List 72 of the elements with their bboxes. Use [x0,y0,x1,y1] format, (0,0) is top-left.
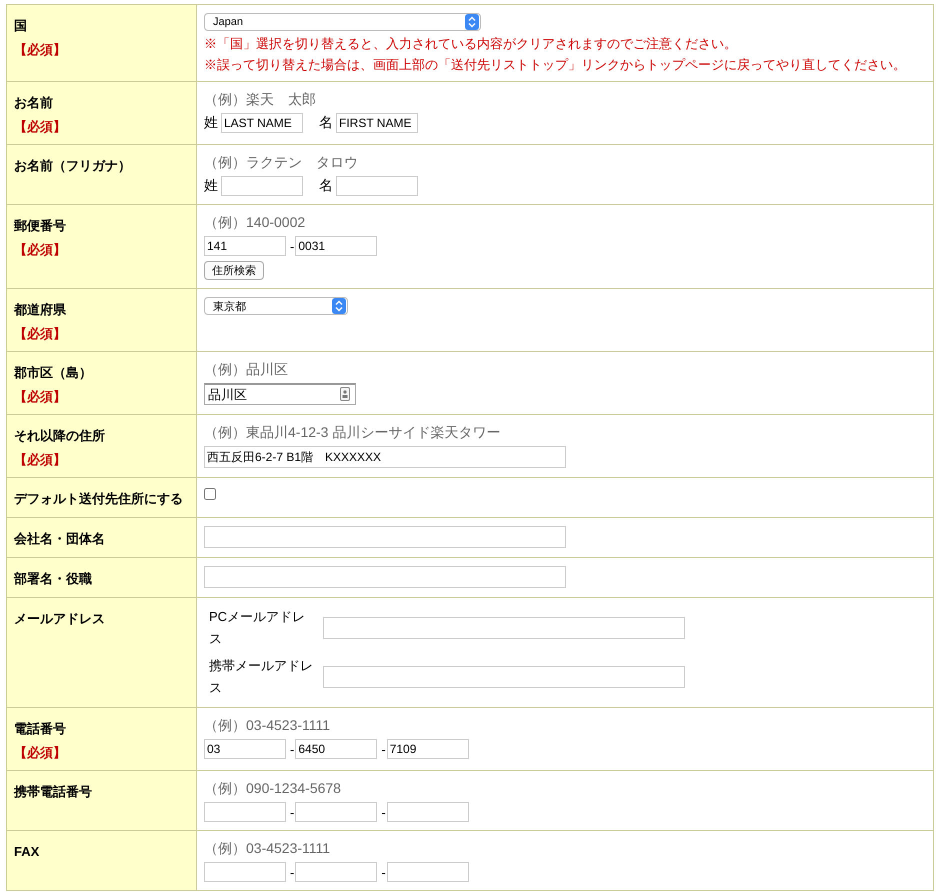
field-label: 部署名・役職 [14,570,92,588]
input-field[interactable]: 141 [204,236,286,256]
example-text: （例）ラクテン タロウ [204,153,358,171]
input-field[interactable] [221,176,303,196]
input-field[interactable]: FIRST NAME [336,113,418,133]
separator: - [290,742,294,756]
name-part-label: 名 [319,177,333,195]
contact-card-icon [340,387,350,401]
separator: - [381,864,386,880]
input-field[interactable]: LAST NAME [221,113,303,133]
dropdown-select[interactable]: 東京都 [204,297,348,315]
separator: - [290,238,294,254]
input-field[interactable] [295,802,378,822]
email-label: 携帯メールアドレス [209,657,314,697]
email-label: PCメールアドレス [209,608,306,648]
required-label: 【必須】 [14,41,66,59]
input-field[interactable] [323,617,685,639]
name-part-label: 名 [319,114,333,132]
address-search-button[interactable]: 住所検索 [204,261,264,280]
input-field[interactable]: 6450 [295,739,378,759]
required-label: 【必須】 [14,388,66,406]
field-label: デフォルト送付先住所にする [14,490,183,508]
input-field[interactable] [204,566,566,588]
chevron-icon [332,298,346,314]
input-field[interactable] [204,862,286,882]
dropdown-select[interactable]: Japan [204,13,481,31]
chevron-icon [465,14,479,30]
field-label: 都道府県 [14,301,66,319]
example-text: （例）品川区 [204,360,288,378]
field-label: 電話番号 [14,720,66,738]
name-part-label: 姓 [204,114,218,132]
field-label: 郵便番号 [14,217,66,235]
input-field[interactable] [386,802,469,822]
field-label: FAX [14,843,40,861]
input-field[interactable]: 品川区 [204,383,356,405]
required-label: 【必須】 [14,744,66,762]
field-label: お名前 [14,94,53,112]
field-label: 国 [14,17,27,35]
input-field[interactable]: 0031 [295,236,378,256]
example-text: （例）03-4523-1111 [204,839,330,857]
required-label: 【必須】 [14,241,66,259]
input-field[interactable] [386,862,469,882]
required-label: 【必須】 [14,325,66,343]
input-field[interactable]: 西五反田6-2-7 B1階 KXXXXXX [204,446,566,468]
input-field[interactable]: 03 [204,739,286,759]
example-text: （例）東品川4-12-3 品川シーサイド楽天タワー [204,423,500,441]
warning-text: ※誤って切り替えた場合は、画面上部の「送付先リストトップ」リンクからトップページに戻ってやり直してください。 [204,57,906,73]
field-label: メールアドレス [14,610,105,628]
separator: - [381,742,386,756]
required-label: 【必須】 [14,451,66,469]
field-label: お名前（フリガナ） [14,157,131,175]
name-part-label: 姓 [204,177,218,195]
separator: - [290,804,294,820]
separator: - [290,864,294,880]
field-label: それ以降の住所 [14,427,105,445]
warning-text: ※「国」選択を切り替えると、入力されている内容がクリアされますのでご注意ください。 [204,36,737,52]
field-label: 携帯電話番号 [14,783,92,801]
separator: - [381,804,386,820]
input-field[interactable] [323,666,685,688]
example-text: （例）090-1234-5678 [204,779,341,797]
checkbox[interactable] [204,488,216,500]
example-text: （例）03-4523-1111 [204,716,330,734]
input-field[interactable] [295,862,378,882]
required-label: 【必須】 [14,118,66,136]
example-text: （例）140-0002 [204,213,306,231]
field-label: 郡市区（島） [14,364,92,382]
input-field[interactable] [336,176,418,196]
input-field[interactable] [204,802,286,822]
field-label: 会社名・団体名 [14,530,105,548]
input-field[interactable] [204,526,566,548]
input-field[interactable]: 7109 [386,739,469,759]
example-text: （例）楽天 太郎 [204,90,316,108]
